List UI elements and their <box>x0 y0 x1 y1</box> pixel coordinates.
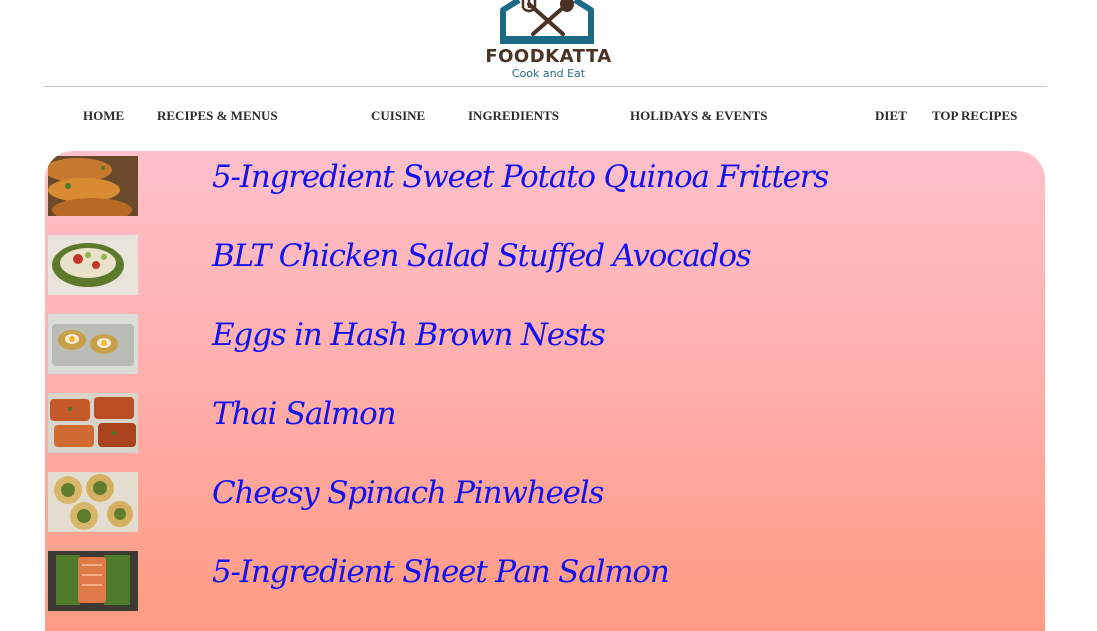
nav-holidays-events[interactable]: HOLIDAYS & EVENTS <box>630 108 768 124</box>
nav-home[interactable]: HOME <box>83 108 124 124</box>
nav-cuisine[interactable]: CUISINE <box>371 108 425 124</box>
nav-top-recipes[interactable]: TOP RECIPES <box>932 108 1017 124</box>
fritters-photo[interactable] <box>48 156 138 216</box>
recipe-item[interactable]: 5-Ingredient Sheet Pan Salmon <box>45 546 1045 625</box>
recipe-title[interactable]: 5-Ingredient Sheet Pan Salmon <box>212 554 670 590</box>
recipe-item[interactable]: Eggs in Hash Brown Nests <box>45 309 1045 388</box>
recipe-title[interactable]: Eggs in Hash Brown Nests <box>212 317 606 353</box>
house-utensils-icon <box>500 0 594 44</box>
header-divider <box>43 86 1047 87</box>
recipe-list: 5-Ingredient Sweet Potato Quinoa Fritter… <box>45 151 1045 631</box>
recipe-title[interactable]: Cheesy Spinach Pinwheels <box>212 475 604 511</box>
recipe-title[interactable]: 5-Ingredient Sweet Potato Quinoa Fritter… <box>212 159 829 195</box>
brand-name: FOODKATTA <box>485 46 612 67</box>
site-logo[interactable]: FOODKATTA Cook and Eat <box>0 0 1097 86</box>
pinwheels-photo[interactable] <box>48 472 138 532</box>
avocado-photo[interactable] <box>48 235 138 295</box>
nav-diet[interactable]: DIET <box>875 108 907 124</box>
recipe-item[interactable]: Thai Salmon <box>45 388 1045 467</box>
recipe-title[interactable]: BLT Chicken Salad Stuffed Avocados <box>212 238 752 274</box>
nav-recipes-menus[interactable]: RECIPES & MENUS <box>157 108 278 124</box>
recipe-item[interactable]: 5-Ingredient Sweet Potato Quinoa Fritter… <box>45 151 1045 230</box>
main-nav: HOME RECIPES & MENUS CUISINE INGREDIENTS… <box>0 108 1097 128</box>
egg-nests-photo[interactable] <box>48 314 138 374</box>
brand-tagline: Cook and Eat <box>511 67 586 80</box>
thai-salmon-photo[interactable] <box>48 393 138 453</box>
recipe-item[interactable]: Cheesy Spinach Pinwheels <box>45 467 1045 546</box>
nav-ingredients[interactable]: INGREDIENTS <box>468 108 559 124</box>
recipe-title[interactable]: Thai Salmon <box>212 396 397 432</box>
recipe-item[interactable]: BLT Chicken Salad Stuffed Avocados <box>45 230 1045 309</box>
sheet-pan-salmon-photo[interactable] <box>48 551 138 611</box>
